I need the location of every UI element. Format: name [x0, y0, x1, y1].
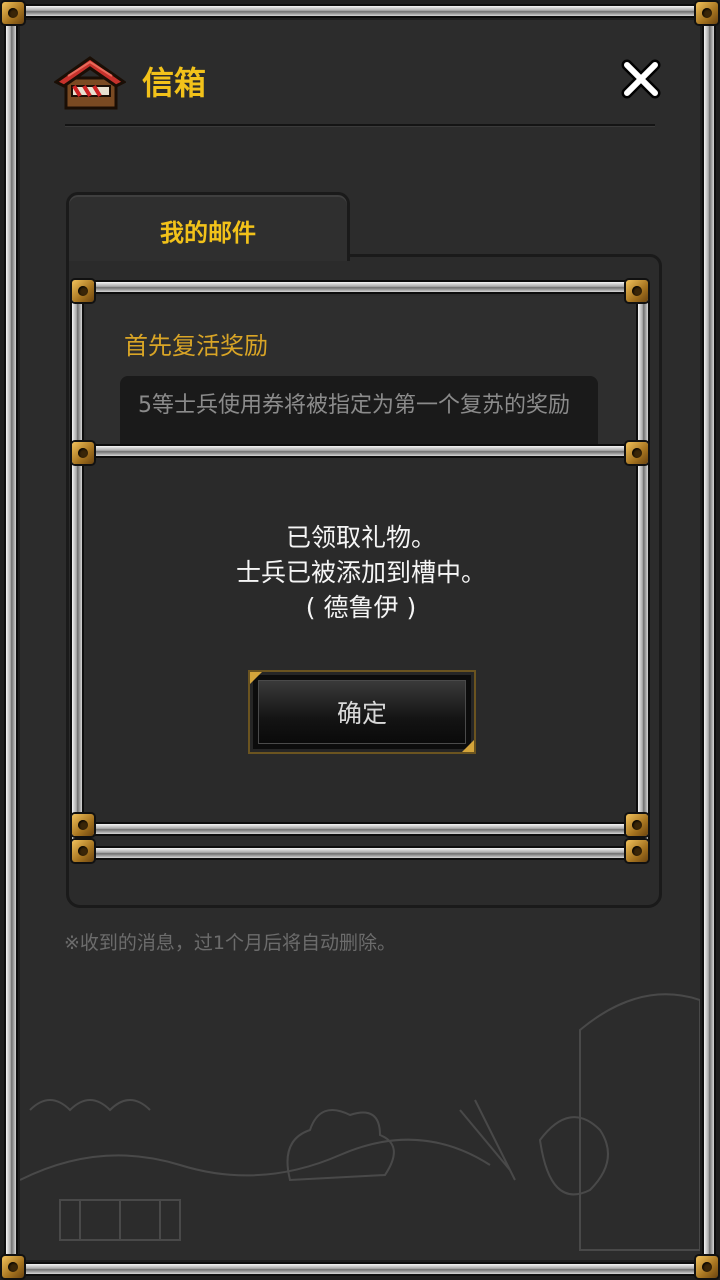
- dialog-message: 已领取礼物。 士兵已被添加到槽中。 ( 德鲁伊 ): [86, 520, 636, 625]
- corner-accent: [250, 672, 262, 684]
- mailbox-house-icon: [54, 56, 126, 110]
- tab-my-mail[interactable]: 我的邮件: [66, 192, 350, 261]
- frame-bolt: [72, 442, 94, 464]
- mail-frame-top: [82, 282, 638, 292]
- frame-bolt: [2, 2, 24, 24]
- tab-label: 我的邮件: [160, 219, 256, 247]
- corner-accent: [462, 740, 474, 752]
- outer-frame-left: [6, 8, 16, 1272]
- close-button[interactable]: [618, 56, 664, 102]
- mail-body-box: 5等士兵使用券将被指定为第一个复苏的奖励: [120, 376, 598, 446]
- header-divider: [65, 124, 655, 127]
- mail-title: 首先复活奖励: [124, 332, 268, 360]
- mail-frame-bottom: [82, 848, 638, 858]
- background-illustration: [20, 993, 700, 1251]
- reward-dialog: [86, 460, 636, 822]
- mail-frame-right: [638, 290, 648, 450]
- outer-frame-bottom: [8, 1264, 712, 1274]
- frame-bolt: [626, 840, 648, 862]
- frame-bolt: [72, 280, 94, 302]
- dialog-frame-top: [82, 446, 638, 456]
- footer-note: ※收到的消息，过1个月后将自动删除。: [64, 932, 397, 954]
- dialog-line-1: 已领取礼物。: [285, 523, 436, 552]
- ok-button-label: 确定: [336, 699, 387, 728]
- ok-button[interactable]: 确定: [248, 670, 476, 754]
- outer-frame-right: [704, 8, 714, 1272]
- frame-bolt: [626, 280, 648, 302]
- frame-bolt: [696, 2, 718, 24]
- frame-bolt: [626, 814, 648, 836]
- dialog-line-2: 士兵已被添加到槽中。: [235, 558, 486, 587]
- dialog-frame-left: [72, 454, 82, 852]
- dialog-line-3: ( 德鲁伊 ): [305, 593, 417, 622]
- frame-bolt: [72, 840, 94, 862]
- page-title: 信箱: [142, 64, 207, 102]
- frame-bolt: [72, 814, 94, 836]
- frame-bolt: [626, 442, 648, 464]
- mail-frame-left: [72, 290, 82, 450]
- dialog-frame-bottom: [82, 824, 638, 834]
- mail-body-text: 5等士兵使用券将被指定为第一个复苏的奖励: [138, 393, 570, 418]
- outer-frame-top: [8, 6, 712, 16]
- dialog-frame-right: [638, 454, 648, 852]
